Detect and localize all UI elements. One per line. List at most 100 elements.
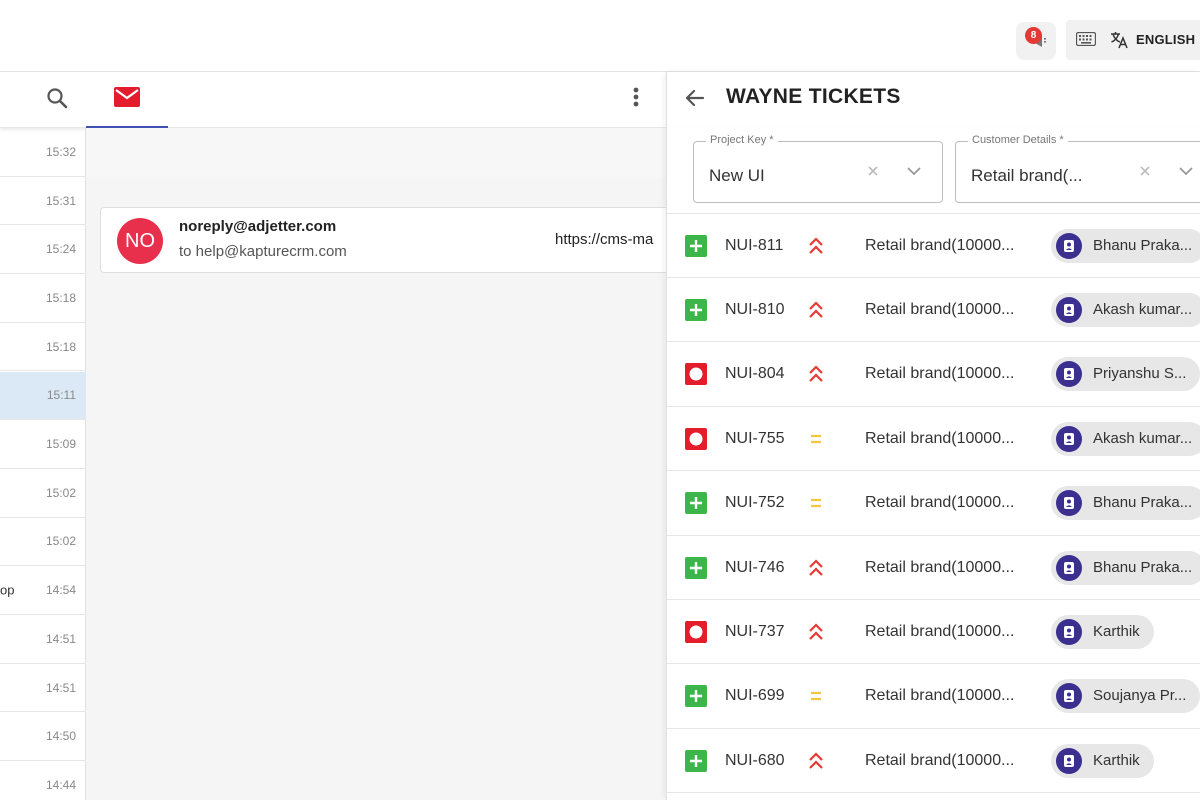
conversation-list-item[interactable]: 14:44 [0, 761, 86, 800]
clear-icon[interactable] [866, 164, 880, 178]
assignee-chip[interactable]: Bhanu Praka... [1051, 486, 1200, 521]
conversation-time: 15:02 [45, 485, 76, 500]
conversation-list-item[interactable]: 15:09 [0, 420, 86, 469]
ticket-row[interactable]: NUI-699 Retail brand(10000... Soujanya Pr.… [667, 664, 1200, 729]
assignee-chip[interactable]: Karthik [1051, 614, 1154, 649]
conversation-list-item[interactable]: 15:24 [0, 225, 86, 275]
keyboard-icon[interactable] [1076, 32, 1096, 46]
assignee-name: Karthik [1093, 622, 1140, 640]
back-arrow-icon[interactable] [683, 86, 707, 110]
ticket-row[interactable]: NUI-755 Retail brand(10000... Akash kumar.… [667, 407, 1200, 472]
assignee-avatar [1056, 490, 1082, 517]
conversation-list-item[interactable]: 14:51 [0, 615, 86, 664]
ticket-row[interactable]: NUI-804 Retail brand(10000... Priyanshu S.… [667, 342, 1200, 407]
ticket-id[interactable]: NUI-804 [725, 365, 785, 383]
mail-sender: noreply@adjetter.com [179, 218, 337, 235]
conversation-list-item[interactable]: 15:18 [0, 274, 86, 323]
priority-medium-icon [807, 493, 825, 518]
ticket-row[interactable]: NUI-752 Retail brand(10000... Bhanu Praka.… [667, 471, 1200, 536]
priority-high-icon [807, 300, 825, 325]
assignee-name: Bhanu Praka... [1093, 236, 1193, 254]
ticket-customer: Retail brand(10000... [865, 300, 1015, 318]
conversation-list-item[interactable]: 14:50 [0, 712, 86, 762]
assignee-chip[interactable]: Soujanya Pr... [1051, 679, 1200, 714]
status-new-icon [685, 749, 707, 772]
ticket-id[interactable]: NUI-811 [725, 237, 783, 255]
mail-message-card[interactable]: NO noreply@adjetter.com to help@kapturec… [100, 207, 666, 273]
ticket-row[interactable]: NUI-811 Retail brand(10000... Bhanu Praka.… [667, 214, 1200, 278]
mail-icon [114, 87, 140, 107]
project-key-field[interactable]: Project Key * New UI [693, 134, 943, 203]
conversation-list-item[interactable]: 15:02 [0, 469, 86, 518]
status-open-icon [685, 620, 707, 643]
ticket-id[interactable]: NUI-680 [725, 752, 785, 770]
assignee-chip[interactable]: Bhanu Praka... [1051, 228, 1200, 263]
conversation-list-item[interactable]: 15:18 [0, 323, 86, 372]
ticket-customer: Retail brand(10000... [865, 558, 1015, 576]
tab-email[interactable] [86, 72, 168, 128]
assignee-avatar [1056, 361, 1082, 388]
conversation-list-item[interactable]: 15:11 [0, 371, 86, 421]
assignee-chip[interactable]: Akash kumar... [1051, 421, 1200, 456]
ticket-row[interactable]: NUI-680 Retail brand(10000... Karthik [667, 729, 1200, 794]
conversation-list-item[interactable]: op 14:54 [0, 566, 86, 615]
sender-avatar: NO [117, 218, 163, 264]
ticket-row[interactable]: NUI-746 Retail brand(10000... Bhanu Praka.… [667, 536, 1200, 600]
conversation-time: 14:54 [45, 583, 76, 598]
project-key-label: Project Key * [706, 134, 778, 146]
ticket-filters: Project Key * New UI Customer Details * … [667, 128, 1200, 214]
assignee-chip[interactable]: Priyanshu S... [1051, 357, 1200, 392]
assignee-chip[interactable]: Bhanu Praka... [1051, 550, 1200, 585]
project-key-value: New UI [709, 166, 765, 185]
conversation-list-item[interactable]: 14:51 [0, 664, 86, 713]
conversation-time: 15:31 [45, 193, 76, 208]
ticket-customer: Retail brand(10000... [865, 687, 1015, 705]
ticket-id[interactable]: NUI-810 [725, 301, 785, 319]
status-new-icon [685, 556, 707, 579]
assignee-avatar [1056, 232, 1082, 259]
notifications-button[interactable]: 8 [1016, 22, 1056, 60]
ticket-customer: Retail brand(10000... [865, 429, 1015, 447]
user-icon [1064, 561, 1074, 574]
user-icon [1064, 368, 1074, 381]
priority-high-icon [807, 364, 825, 389]
status-open-icon [685, 427, 707, 450]
mail-recipient: to help@kapturecrm.com [179, 243, 347, 260]
priority-medium-icon [807, 429, 825, 454]
assignee-chip[interactable]: Akash kumar... [1051, 292, 1200, 327]
more-options-icon[interactable] [632, 86, 640, 110]
ticket-id[interactable]: NUI-699 [725, 687, 785, 705]
assignee-chip[interactable]: Karthik [1051, 743, 1154, 778]
mail-subject-strip [86, 128, 666, 178]
status-new-icon [685, 234, 707, 257]
ticket-row[interactable]: NUI-737 Retail brand(10000... Karthik [667, 600, 1200, 665]
conversation-time: 15:32 [45, 144, 76, 159]
conversation-time: 15:02 [45, 534, 76, 549]
top-bar: 8 ENGLISH [0, 0, 1200, 72]
language-selector[interactable]: ENGLISH [1066, 20, 1200, 60]
chevron-down-icon[interactable] [906, 166, 922, 176]
conversation-list-item[interactable]: 15:02 [0, 518, 86, 567]
ticket-customer: Retail brand(10000... [865, 365, 1015, 383]
clear-icon[interactable] [1138, 164, 1152, 178]
conversation-list-item[interactable]: 15:31 [0, 177, 86, 226]
search-icon[interactable] [46, 87, 68, 109]
status-new-icon [685, 298, 707, 321]
customer-details-field[interactable]: Customer Details * Retail brand(... [955, 134, 1200, 203]
ticket-id[interactable]: NUI-737 [725, 623, 785, 641]
mail-link-preview[interactable]: https://cms-ma [555, 231, 653, 248]
translate-icon [1111, 32, 1128, 49]
conversation-time: 14:44 [45, 777, 76, 792]
ticket-id[interactable]: NUI-746 [725, 559, 785, 577]
assignee-name: Soujanya Pr... [1093, 687, 1187, 705]
ticket-id[interactable]: NUI-755 [725, 430, 785, 448]
panel-title: WAYNE TICKETS [726, 85, 901, 108]
customer-details-value: Retail brand(... [971, 166, 1083, 185]
assignee-name: Bhanu Praka... [1093, 558, 1193, 576]
ticket-id[interactable]: NUI-752 [725, 494, 785, 512]
chevron-down-icon[interactable] [1178, 166, 1194, 176]
conversation-list-item[interactable]: 15:32 [0, 128, 86, 177]
language-label: ENGLISH [1136, 32, 1196, 47]
assignee-avatar [1056, 296, 1082, 323]
ticket-row[interactable]: NUI-810 Retail brand(10000... Akash kumar.… [667, 278, 1200, 343]
